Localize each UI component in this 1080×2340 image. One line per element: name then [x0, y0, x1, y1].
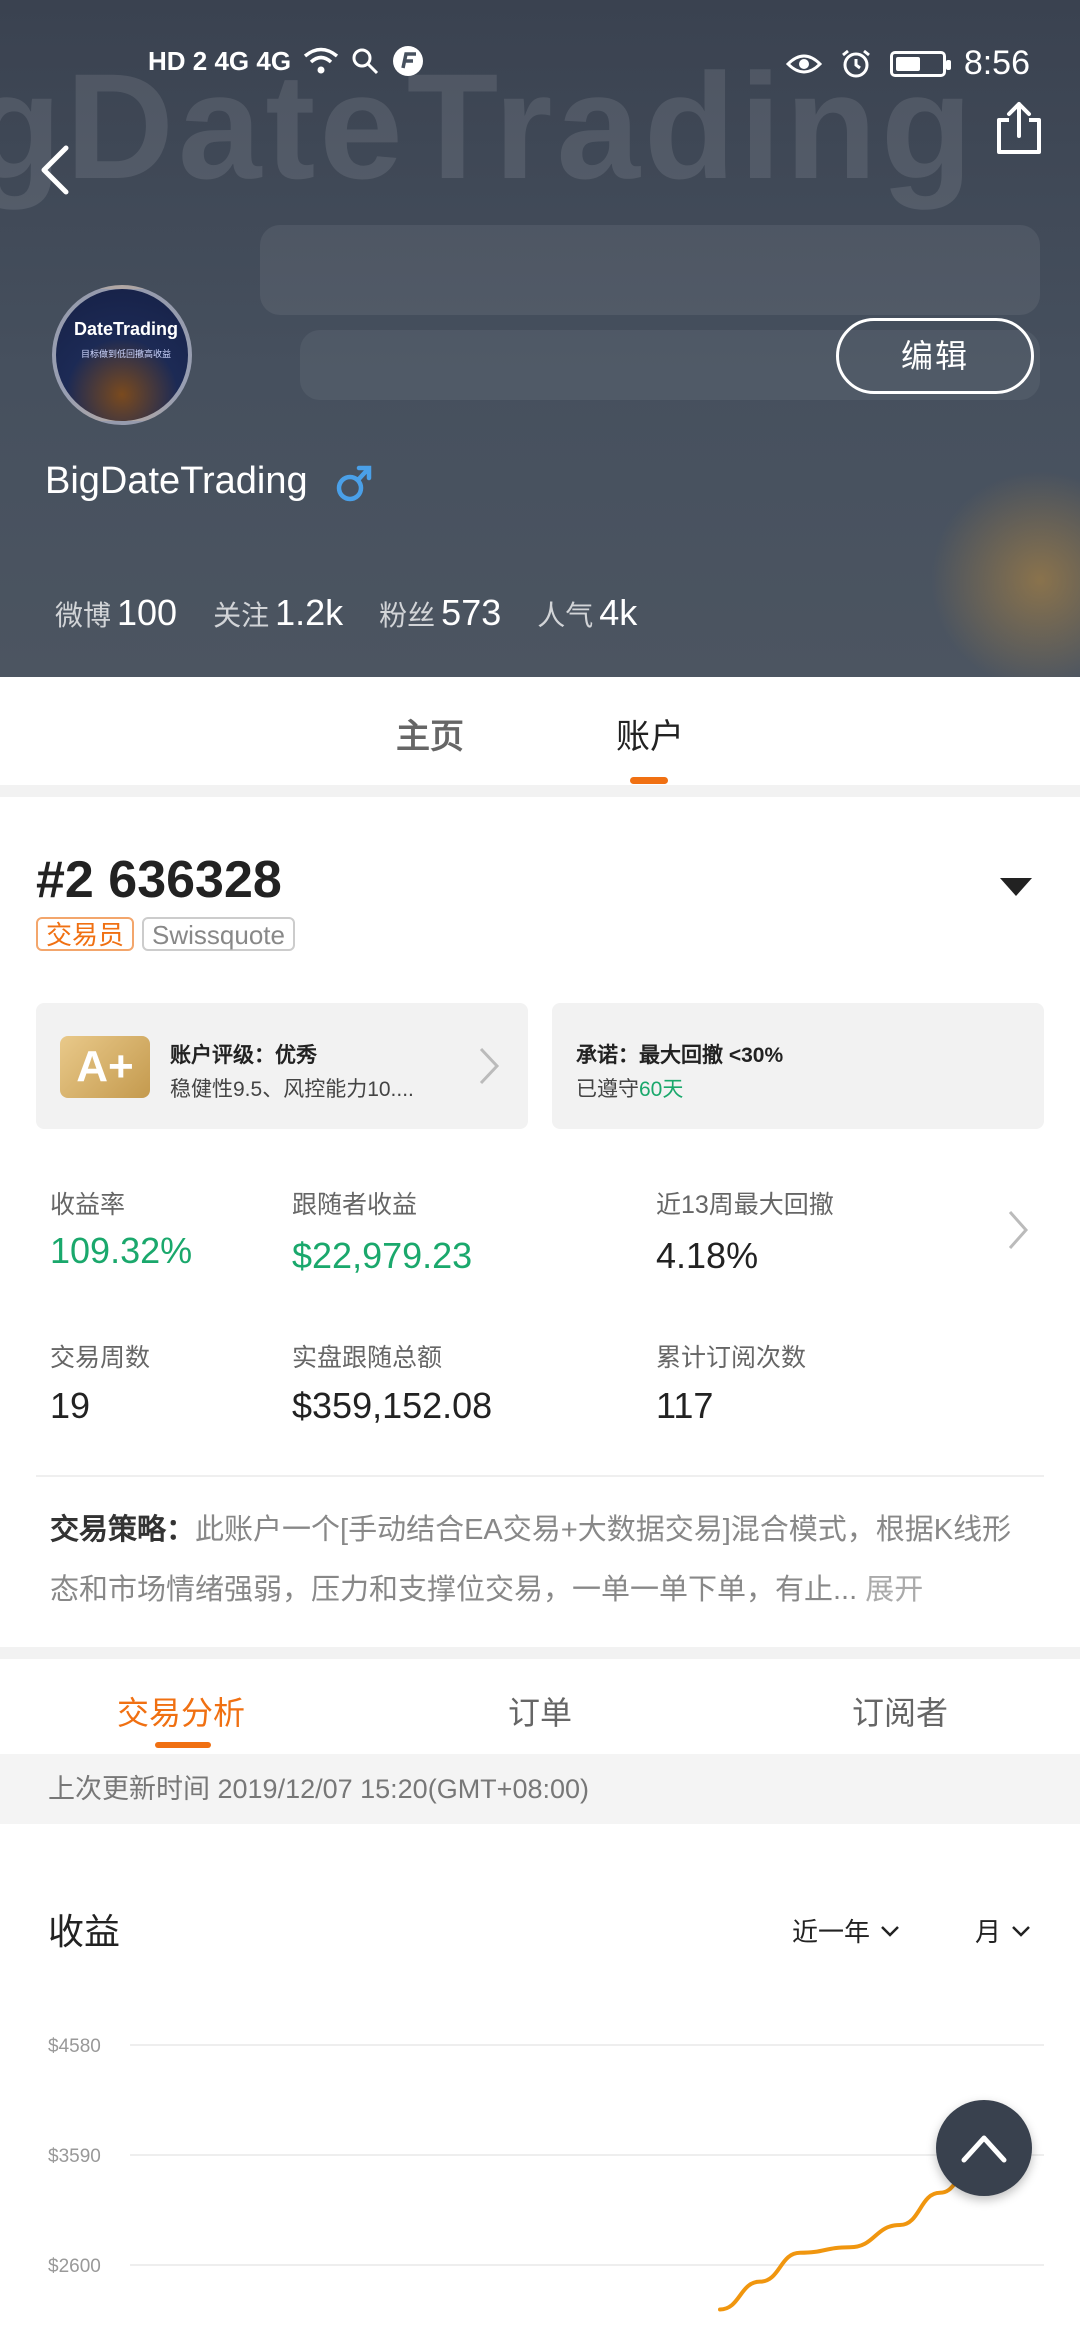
metrics-chevron-right-icon[interactable] [1005, 1208, 1031, 1252]
y-tick-label: $3590 [48, 2146, 101, 2167]
metric-follower-profit-label: 跟随者收益 [292, 1191, 418, 1219]
metric-subscriptions-label: 累计订阅次数 [656, 1344, 807, 1372]
app-notification-icon [393, 46, 424, 76]
chart-title: 收益 [48, 1911, 121, 1952]
metric-return-value: 109.32% [50, 1230, 193, 1271]
stat-followers[interactable]: 粉丝 573 [379, 592, 501, 634]
chevron-down-icon [881, 1925, 899, 1937]
account-dropdown-icon[interactable] [1000, 878, 1032, 896]
tab-subscribers[interactable]: 订阅者 [852, 1688, 948, 1734]
eye-icon [785, 54, 822, 73]
y-tick-label: $2600 [48, 2256, 101, 2277]
broker-tag: Swissquote [142, 917, 295, 951]
range-dropdown[interactable]: 近一年 [792, 1912, 900, 1949]
battery-icon [889, 50, 951, 77]
male-gender-icon [336, 465, 372, 502]
metric-weeks-label: 交易周数 [50, 1344, 151, 1372]
trader-tag: 交易员 [36, 917, 135, 951]
scroll-to-top-button[interactable] [936, 2100, 1032, 2196]
strategy-label: 交易策略： [50, 1514, 196, 1546]
alarm-icon [841, 49, 870, 77]
profit-line-chart: $4580 $3590 $2600 [48, 2036, 1044, 2312]
rating-subtitle: 稳健性9.5、风控能力10.... [170, 1078, 414, 1101]
tab-home[interactable]: 主页 [396, 709, 464, 758]
stat-popularity[interactable]: 人气 4k [537, 592, 637, 634]
avatar[interactable]: DateTrading 目标做到低回撤高收益 [52, 285, 192, 425]
promise-card: 承诺：最大回撤 <30% 已遵守60天 [552, 1003, 1044, 1129]
period-dropdown[interactable]: 月 [975, 1912, 1031, 1949]
network-label: HD 2 4G 4G [148, 45, 292, 76]
edit-profile-button[interactable]: 编辑 [836, 318, 1034, 394]
promise-subtitle: 已遵守60天 [576, 1078, 684, 1101]
share-icon[interactable] [995, 100, 1043, 156]
metric-return-label: 收益率 [50, 1191, 126, 1219]
tab-trade-analysis[interactable]: 交易分析 [117, 1688, 245, 1734]
metric-follower-profit-value: $22,979.23 [292, 1235, 473, 1276]
metric-total-follow-label: 实盘跟随总额 [292, 1344, 443, 1372]
stat-weibo[interactable]: 微博 100 [55, 592, 177, 634]
profile-tabs: 主页 账户 [0, 677, 1080, 785]
profile-stats: 微博 100 关注 1.2k 粉丝 573 人气 4k [55, 592, 673, 634]
status-bar: HD 2 4G 4G 8:56 [0, 0, 1080, 130]
strategy-text: 交易策略：此账户一个[手动结合EA交易+大数据交易]混合模式，根据K线形态和市场… [50, 1500, 1030, 1620]
active-tab-indicator [630, 777, 668, 784]
y-tick-label: $4580 [48, 2036, 101, 2057]
chevron-up-icon [961, 2135, 1007, 2163]
profit-series-line [718, 2167, 987, 2312]
active-subtab-indicator [155, 1742, 211, 1748]
system-indicators: 8:56 [785, 44, 1030, 83]
search-icon [352, 48, 379, 75]
tab-orders[interactable]: 订单 [508, 1688, 572, 1734]
promise-title: 承诺：最大回撤 <30% [576, 1044, 784, 1067]
rating-badge: A+ [60, 1036, 150, 1098]
signal-indicators: HD 2 4G 4G [148, 44, 425, 78]
clock: 8:56 [963, 44, 1030, 82]
chevron-down-icon [1012, 1925, 1030, 1937]
promise-days: 60天 [639, 1078, 684, 1101]
profile-header: gDateTrading HD 2 4G 4G 8:56 DateTrading… [0, 0, 1080, 677]
account-number: #2 636328 [36, 851, 282, 909]
metric-total-follow-value: $359,152.08 [292, 1385, 493, 1426]
metric-subscriptions-value: 117 [656, 1385, 714, 1426]
rating-title: 账户评级：优秀 [170, 1044, 317, 1067]
back-arrow-icon[interactable] [30, 140, 80, 200]
tab-account[interactable]: 账户 [616, 709, 684, 758]
account-rating-card[interactable]: A+ 账户评级：优秀 稳健性9.5、风控能力10.... [36, 1003, 528, 1129]
metric-drawdown-label: 近13周最大回撤 [656, 1191, 834, 1219]
metric-drawdown-value: 4.18% [656, 1235, 759, 1276]
username: BigDateTrading [45, 460, 308, 502]
metric-weeks-value: 19 [50, 1385, 91, 1426]
wifi-icon [303, 47, 339, 74]
last-update-time: 上次更新时间 2019/12/07 15:20(GMT+08:00) [0, 1754, 1080, 1824]
stat-following[interactable]: 关注 1.2k [213, 592, 343, 634]
expand-link[interactable]: 展开 [865, 1574, 923, 1606]
chevron-right-icon [479, 1047, 500, 1085]
